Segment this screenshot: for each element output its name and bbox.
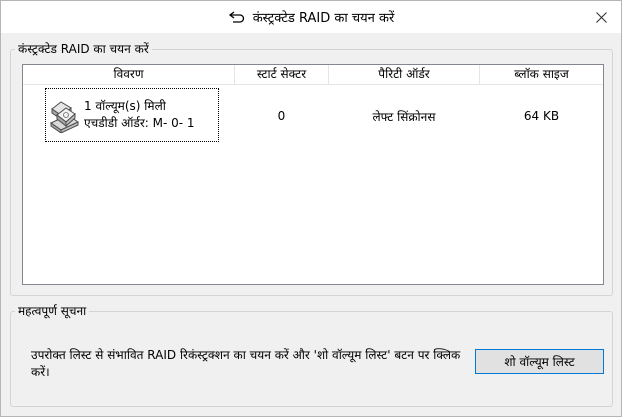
raid-row-block-size: 64 KB (523, 109, 560, 123)
notice-text: उपरोक्त लिस्ट से संभावित RAID रिकंस्ट्रक… (31, 348, 461, 379)
raid-row-start-sector: 0 (277, 109, 286, 123)
show-volume-list-button[interactable]: शो वॉल्यूम लिस्ट (475, 349, 604, 374)
select-raid-dialog: कंस्ट्रक्टेड RAID का चयन करें कंस्ट्रक्ट… (0, 0, 622, 417)
back-arrow-icon (228, 11, 244, 23)
raid-row-description-text: 1 वॉल्यूम(s) मिली एचडीडी ऑर्डर: M- 0- 1 (84, 98, 220, 132)
raid-list-row[interactable]: 1 वॉल्यूम(s) मिली एचडीडी ऑर्डर: M- 0- 1 … (23, 86, 603, 146)
column-header-description[interactable]: विवरण (23, 65, 235, 85)
show-volume-list-label: शो वॉल्यूम लिस्ट (504, 355, 575, 369)
column-header-block-size[interactable]: ब्लॉक साइज (480, 65, 603, 85)
notice-group-legend: महत्वपूर्ण सूचना (15, 304, 90, 318)
raid-list[interactable]: विवरण स्टार्ट सेक्टर पैरिटी ऑर्डर ब्लॉक … (22, 64, 604, 285)
raid-row-volume-count: 1 वॉल्यूम(s) मिली (84, 99, 166, 113)
raid-group-legend: कंस्ट्रक्टेड RAID का चयन करें (15, 42, 152, 56)
raid-row-description[interactable]: 1 वॉल्यूम(s) मिली एचडीडी ऑर्डर: M- 0- 1 (45, 88, 219, 142)
raid-row-hdd-order: एचडीडी ऑर्डर: M- 0- 1 (84, 116, 195, 130)
raid-list-header: विवरण स्टार्ट सेक्टर पैरिटी ऑर्डर ब्लॉक … (23, 65, 603, 85)
close-button[interactable] (589, 6, 613, 28)
title-bar: कंस्ट्रक्टेड RAID का चयन करें (1, 1, 621, 33)
window-title: कंस्ट्रक्टेड RAID का चयन करें (252, 11, 395, 26)
close-icon (595, 11, 607, 23)
column-header-start-sector[interactable]: स्टार्ट सेक्टर (235, 65, 329, 85)
column-header-parity-order[interactable]: पैरिटी ऑर्डर (329, 65, 480, 85)
raid-row-parity-order: लेफ्ट सिंक्रोनस (372, 109, 436, 124)
hard-drives-icon (50, 101, 79, 133)
